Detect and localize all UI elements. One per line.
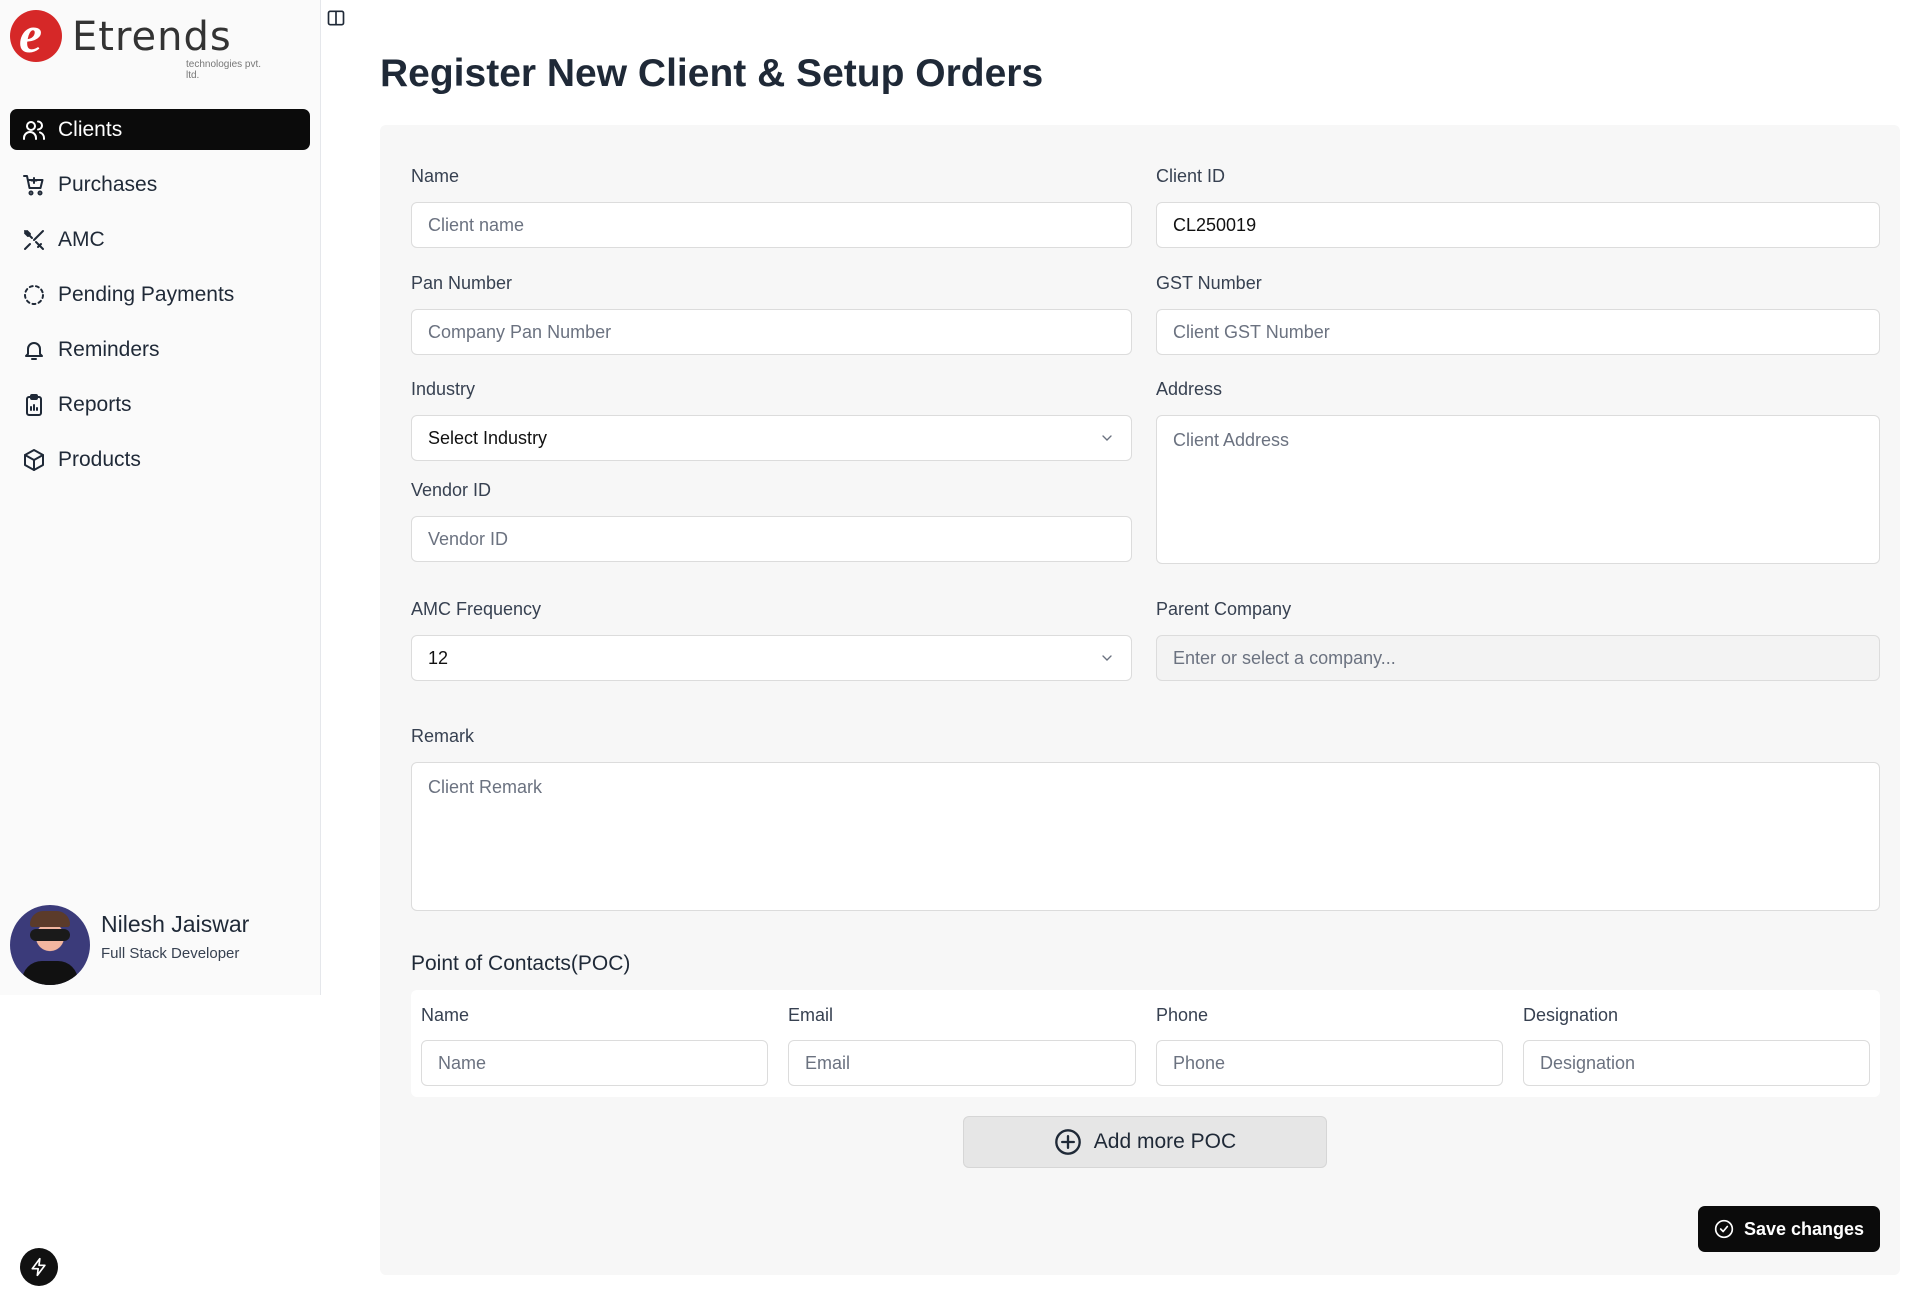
sidebar-item-products[interactable]: Products <box>10 439 310 480</box>
amc-frequency-label: AMC Frequency <box>411 599 542 619</box>
sidebar-item-label: Reports <box>58 392 132 416</box>
parent-company-label: Parent Company <box>1156 599 1292 619</box>
chevron-down-icon <box>1102 655 1112 661</box>
dashed-circle-icon <box>24 284 44 305</box>
box-icon <box>24 448 44 471</box>
avatar <box>10 905 90 985</box>
sidebar-item-label: Pending Payments <box>58 282 235 306</box>
check-circle-icon <box>1714 1219 1734 1239</box>
poc-section-title: Point of Contacts(POC) <box>411 952 631 975</box>
brand-logo[interactable]: e Etrends technologies pvt. ltd. <box>10 7 270 81</box>
user-role: Full Stack Developer <box>101 945 240 962</box>
page-title: Register New Client & Setup Orders <box>380 52 1044 95</box>
bell-icon <box>25 341 43 360</box>
address-label: Address <box>1156 379 1223 399</box>
client-form-card: Name Client ID Pan Number GST Number Ind… <box>380 125 1900 1275</box>
logo-mark: e <box>10 7 62 64</box>
quick-action-button[interactable] <box>20 1248 58 1286</box>
plus-circle-icon <box>1054 1129 1081 1155</box>
poc-email-label: Email <box>788 1005 834 1025</box>
address-textarea[interactable] <box>1156 415 1880 564</box>
save-changes-button[interactable]: Save changes <box>1698 1206 1880 1252</box>
gst-label: GST Number <box>1156 273 1262 293</box>
lightning-icon <box>31 1257 46 1277</box>
gst-number-input[interactable] <box>1156 309 1880 355</box>
client-id-label: Client ID <box>1156 166 1226 186</box>
poc-name-input[interactable] <box>421 1040 768 1086</box>
poc-designation-input[interactable] <box>1523 1040 1870 1086</box>
sidebar-item-amc[interactable]: AMC <box>10 219 310 260</box>
users-icon <box>23 120 45 140</box>
sidebar-item-label: AMC <box>58 227 105 251</box>
sidebar-nav: Clients Purchases AMC Pending Payments R… <box>10 109 310 494</box>
sidebar-item-label: Products <box>58 447 141 471</box>
sidebar-item-purchases[interactable]: Purchases <box>10 164 310 205</box>
sidebar: e Etrends technologies pvt. ltd. Clients… <box>0 0 321 995</box>
poc-phone-label: Phone <box>1156 1005 1209 1025</box>
poc-email-input[interactable] <box>788 1040 1136 1086</box>
vendor-id-input[interactable] <box>411 516 1132 562</box>
logo-tagline: technologies pvt. ltd. <box>186 59 262 81</box>
logo-wordmark: Etrends <box>72 14 232 60</box>
sidebar-item-label: Clients <box>58 117 123 141</box>
poc-phone-input[interactable] <box>1156 1040 1503 1086</box>
sidebar-item-reports[interactable]: Reports <box>10 384 310 425</box>
remark-label: Remark <box>411 726 475 746</box>
sidebar-item-label: Reminders <box>58 337 160 361</box>
clipboard-icon <box>26 393 42 416</box>
poc-designation-label: Designation <box>1523 1005 1619 1025</box>
sidebar-item-clients[interactable]: Clients <box>10 109 310 150</box>
poc-name-label: Name <box>421 1005 470 1025</box>
add-poc-label: Add more POC <box>1093 1130 1237 1153</box>
chevron-down-icon <box>1102 435 1112 441</box>
industry-select-value: Select Industry <box>428 427 548 448</box>
pan-label: Pan Number <box>411 273 513 293</box>
sidebar-item-reminders[interactable]: Reminders <box>10 329 310 370</box>
poc-row: Name Email Phone Designation <box>411 990 1880 1097</box>
pan-number-input[interactable] <box>411 309 1132 355</box>
user-profile[interactable]: Nilesh Jaiswar Full Stack Developer <box>10 905 310 985</box>
user-name: Nilesh Jaiswar <box>101 911 250 937</box>
sidebar-item-label: Purchases <box>58 172 158 196</box>
save-changes-label: Save changes <box>1743 1218 1865 1239</box>
tools-icon <box>24 229 44 250</box>
client-id-input[interactable] <box>1156 202 1880 248</box>
client-name-input[interactable] <box>411 202 1132 248</box>
parent-company-combobox[interactable] <box>1156 635 1880 681</box>
amc-frequency-value: 12 <box>428 647 449 668</box>
remark-textarea[interactable] <box>411 762 1880 911</box>
cart-icon <box>23 174 44 195</box>
industry-select[interactable]: Select Industry <box>411 415 1132 461</box>
amc-frequency-select[interactable]: 12 <box>411 635 1132 681</box>
sidebar-toggle-icon[interactable] <box>326 8 346 28</box>
add-poc-button[interactable]: Add more POC <box>963 1116 1327 1168</box>
industry-label: Industry <box>411 379 476 399</box>
vendor-id-label: Vendor ID <box>411 480 492 500</box>
name-label: Name <box>411 166 460 186</box>
sidebar-item-pending-payments[interactable]: Pending Payments <box>10 274 310 315</box>
